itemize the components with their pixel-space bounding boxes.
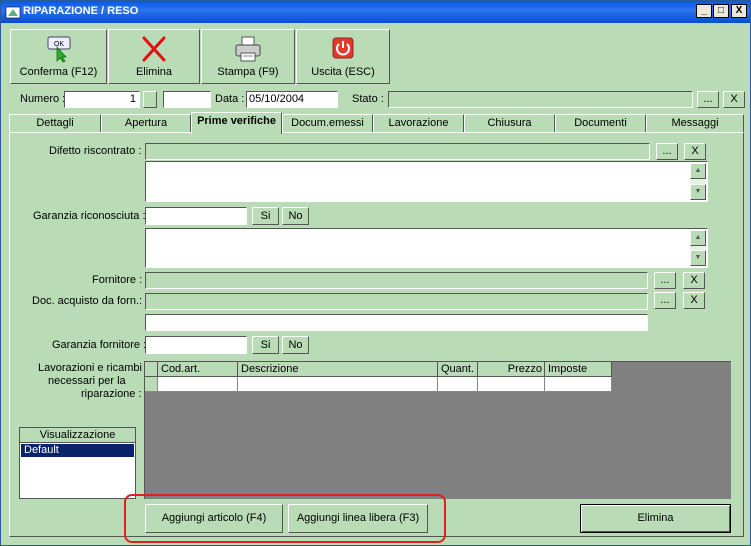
- tab-prime-verifiche[interactable]: Prime verifiche: [191, 112, 282, 134]
- data-label: Data :: [215, 93, 245, 105]
- title-bar: RIPARAZIONE / RESO _ □ X: [1, 1, 750, 23]
- grid-cell-quant[interactable]: [438, 377, 478, 392]
- difetto-clear-button[interactable]: X: [684, 143, 706, 160]
- grid-cell-descrizione[interactable]: [238, 377, 438, 392]
- fornitore-lookup-button[interactable]: ...: [654, 272, 676, 289]
- exit-button[interactable]: Uscita (ESC): [296, 29, 390, 84]
- stato-field: [388, 91, 693, 108]
- grid-row-indicator: [145, 377, 158, 392]
- printer-icon: [235, 36, 261, 62]
- tab-apertura[interactable]: Apertura: [101, 114, 191, 132]
- difetto-lookup-button[interactable]: ...: [656, 143, 678, 160]
- lavorazioni-label-line-1: Lavorazioni e ricambi: [38, 362, 142, 374]
- tab-docum-emessi[interactable]: Docum.emessi: [282, 114, 373, 132]
- stato-clear-button[interactable]: X: [723, 91, 745, 108]
- ok-cursor-icon: OK: [47, 36, 70, 63]
- tab-messaggi[interactable]: Messaggi: [646, 114, 744, 132]
- doc-acquisto-lookup-button[interactable]: ...: [654, 292, 676, 309]
- print-label: Stampa (F9): [217, 66, 279, 78]
- delete-label: Elimina: [135, 66, 173, 78]
- doc-acquisto-label: Doc. acquisto da forn.:: [32, 295, 143, 307]
- grid-row-header: [145, 362, 158, 377]
- tab-lavorazione[interactable]: Lavorazione: [373, 114, 464, 132]
- stato-label: Stato :: [352, 93, 384, 105]
- elimina-row-button[interactable]: Elimina: [580, 504, 731, 533]
- numero-label: Numero :: [20, 93, 66, 105]
- exit-label: Uscita (ESC): [311, 66, 375, 78]
- grid-col-imposte[interactable]: Imposte: [545, 362, 612, 377]
- aggiungi-linea-libera-button[interactable]: Aggiungi linea libera (F3): [288, 504, 428, 533]
- app-icon: [5, 6, 21, 19]
- confirm-label: Conferma (F12): [19, 66, 98, 78]
- lavorazioni-label-line-3: riparazione :: [81, 388, 142, 400]
- scroll-down-icon[interactable]: ▼: [690, 184, 706, 200]
- svg-text:OK: OK: [53, 41, 63, 48]
- garanzia-fornitore-field[interactable]: [145, 336, 247, 354]
- delete-button[interactable]: Elimina: [108, 29, 200, 84]
- tab-dettagli[interactable]: Dettagli: [9, 114, 101, 132]
- tab-chiusura[interactable]: Chiusura: [464, 114, 555, 132]
- print-button[interactable]: Stampa (F9): [201, 29, 295, 84]
- garanzia-notes-scrollbar[interactable]: ▲ ▼: [690, 230, 706, 266]
- scroll-up-icon[interactable]: ▲: [690, 230, 706, 246]
- tab-documenti[interactable]: Documenti: [555, 114, 646, 132]
- window-title: RIPARAZIONE / RESO: [23, 5, 139, 17]
- scroll-down-icon[interactable]: ▼: [690, 250, 706, 266]
- grid-col-quant[interactable]: Quant.: [438, 362, 478, 377]
- date-field[interactable]: 05/10/2004: [246, 91, 338, 108]
- doc-acquisto-clear-button[interactable]: X: [683, 292, 705, 309]
- visualizzazione-list[interactable]: Visualizzazione Default: [19, 427, 136, 499]
- grid-col-descrizione[interactable]: Descrizione: [238, 362, 438, 377]
- difetto-field: [145, 143, 650, 160]
- garanzia-notes-textarea[interactable]: ▲ ▼: [145, 228, 708, 268]
- fornitore-clear-button[interactable]: X: [683, 272, 705, 289]
- confirm-button[interactable]: OK Conferma (F12): [10, 29, 107, 84]
- scroll-up-icon[interactable]: ▲: [690, 163, 706, 179]
- garanzia-si-button[interactable]: Si: [252, 207, 279, 225]
- garanzia-no-button[interactable]: No: [282, 207, 309, 225]
- fornitore-label: Fornitore :: [92, 274, 143, 286]
- numero-spin-button[interactable]: [143, 91, 157, 108]
- lavorazioni-label-line-2: necessari per la: [48, 375, 126, 387]
- garanzia-label: Garanzia riconosciuta :: [33, 210, 146, 222]
- repair-window: RIPARAZIONE / RESO _ □ X OK Conferma (F1…: [0, 0, 751, 546]
- grid-col-cod-art[interactable]: Cod.art.: [158, 362, 238, 377]
- garanzia-fornitore-no-button[interactable]: No: [282, 336, 309, 354]
- lavorazioni-grid[interactable]: Cod.art. Descrizione Quant. Prezzo Impos…: [144, 361, 731, 499]
- numero-suffix-field[interactable]: [163, 91, 211, 108]
- numero-field[interactable]: 1: [64, 91, 140, 108]
- grid-cell-prezzo[interactable]: [478, 377, 545, 392]
- close-button[interactable]: X: [731, 4, 747, 18]
- grid-col-prezzo[interactable]: Prezzo: [478, 362, 545, 377]
- stato-lookup-button[interactable]: ...: [697, 91, 719, 108]
- maximize-button[interactable]: □: [713, 4, 729, 18]
- grid-cell-imposte[interactable]: [545, 377, 612, 392]
- visualizzazione-item-default[interactable]: Default: [21, 444, 134, 457]
- garanzia-fornitore-label: Garanzia fornitore :: [52, 339, 147, 351]
- visualizzazione-header: Visualizzazione: [20, 428, 135, 443]
- difetto-label: Difetto riscontrato :: [49, 145, 142, 157]
- garanzia-fornitore-si-button[interactable]: Si: [252, 336, 279, 354]
- red-x-icon: [142, 36, 166, 62]
- difetto-notes-scrollbar[interactable]: ▲ ▼: [690, 163, 706, 200]
- grid-cell-cod-art[interactable]: [158, 377, 238, 392]
- power-icon: [332, 37, 354, 59]
- aggiungi-articolo-button[interactable]: Aggiungi articolo (F4): [145, 504, 283, 533]
- minimize-button[interactable]: _: [696, 4, 712, 18]
- doc-acquisto-detail-field[interactable]: [145, 314, 648, 331]
- fornitore-field: [145, 272, 648, 289]
- difetto-notes-textarea[interactable]: ▲ ▼: [145, 161, 708, 202]
- doc-acquisto-field: [145, 293, 648, 310]
- garanzia-field[interactable]: [145, 207, 247, 225]
